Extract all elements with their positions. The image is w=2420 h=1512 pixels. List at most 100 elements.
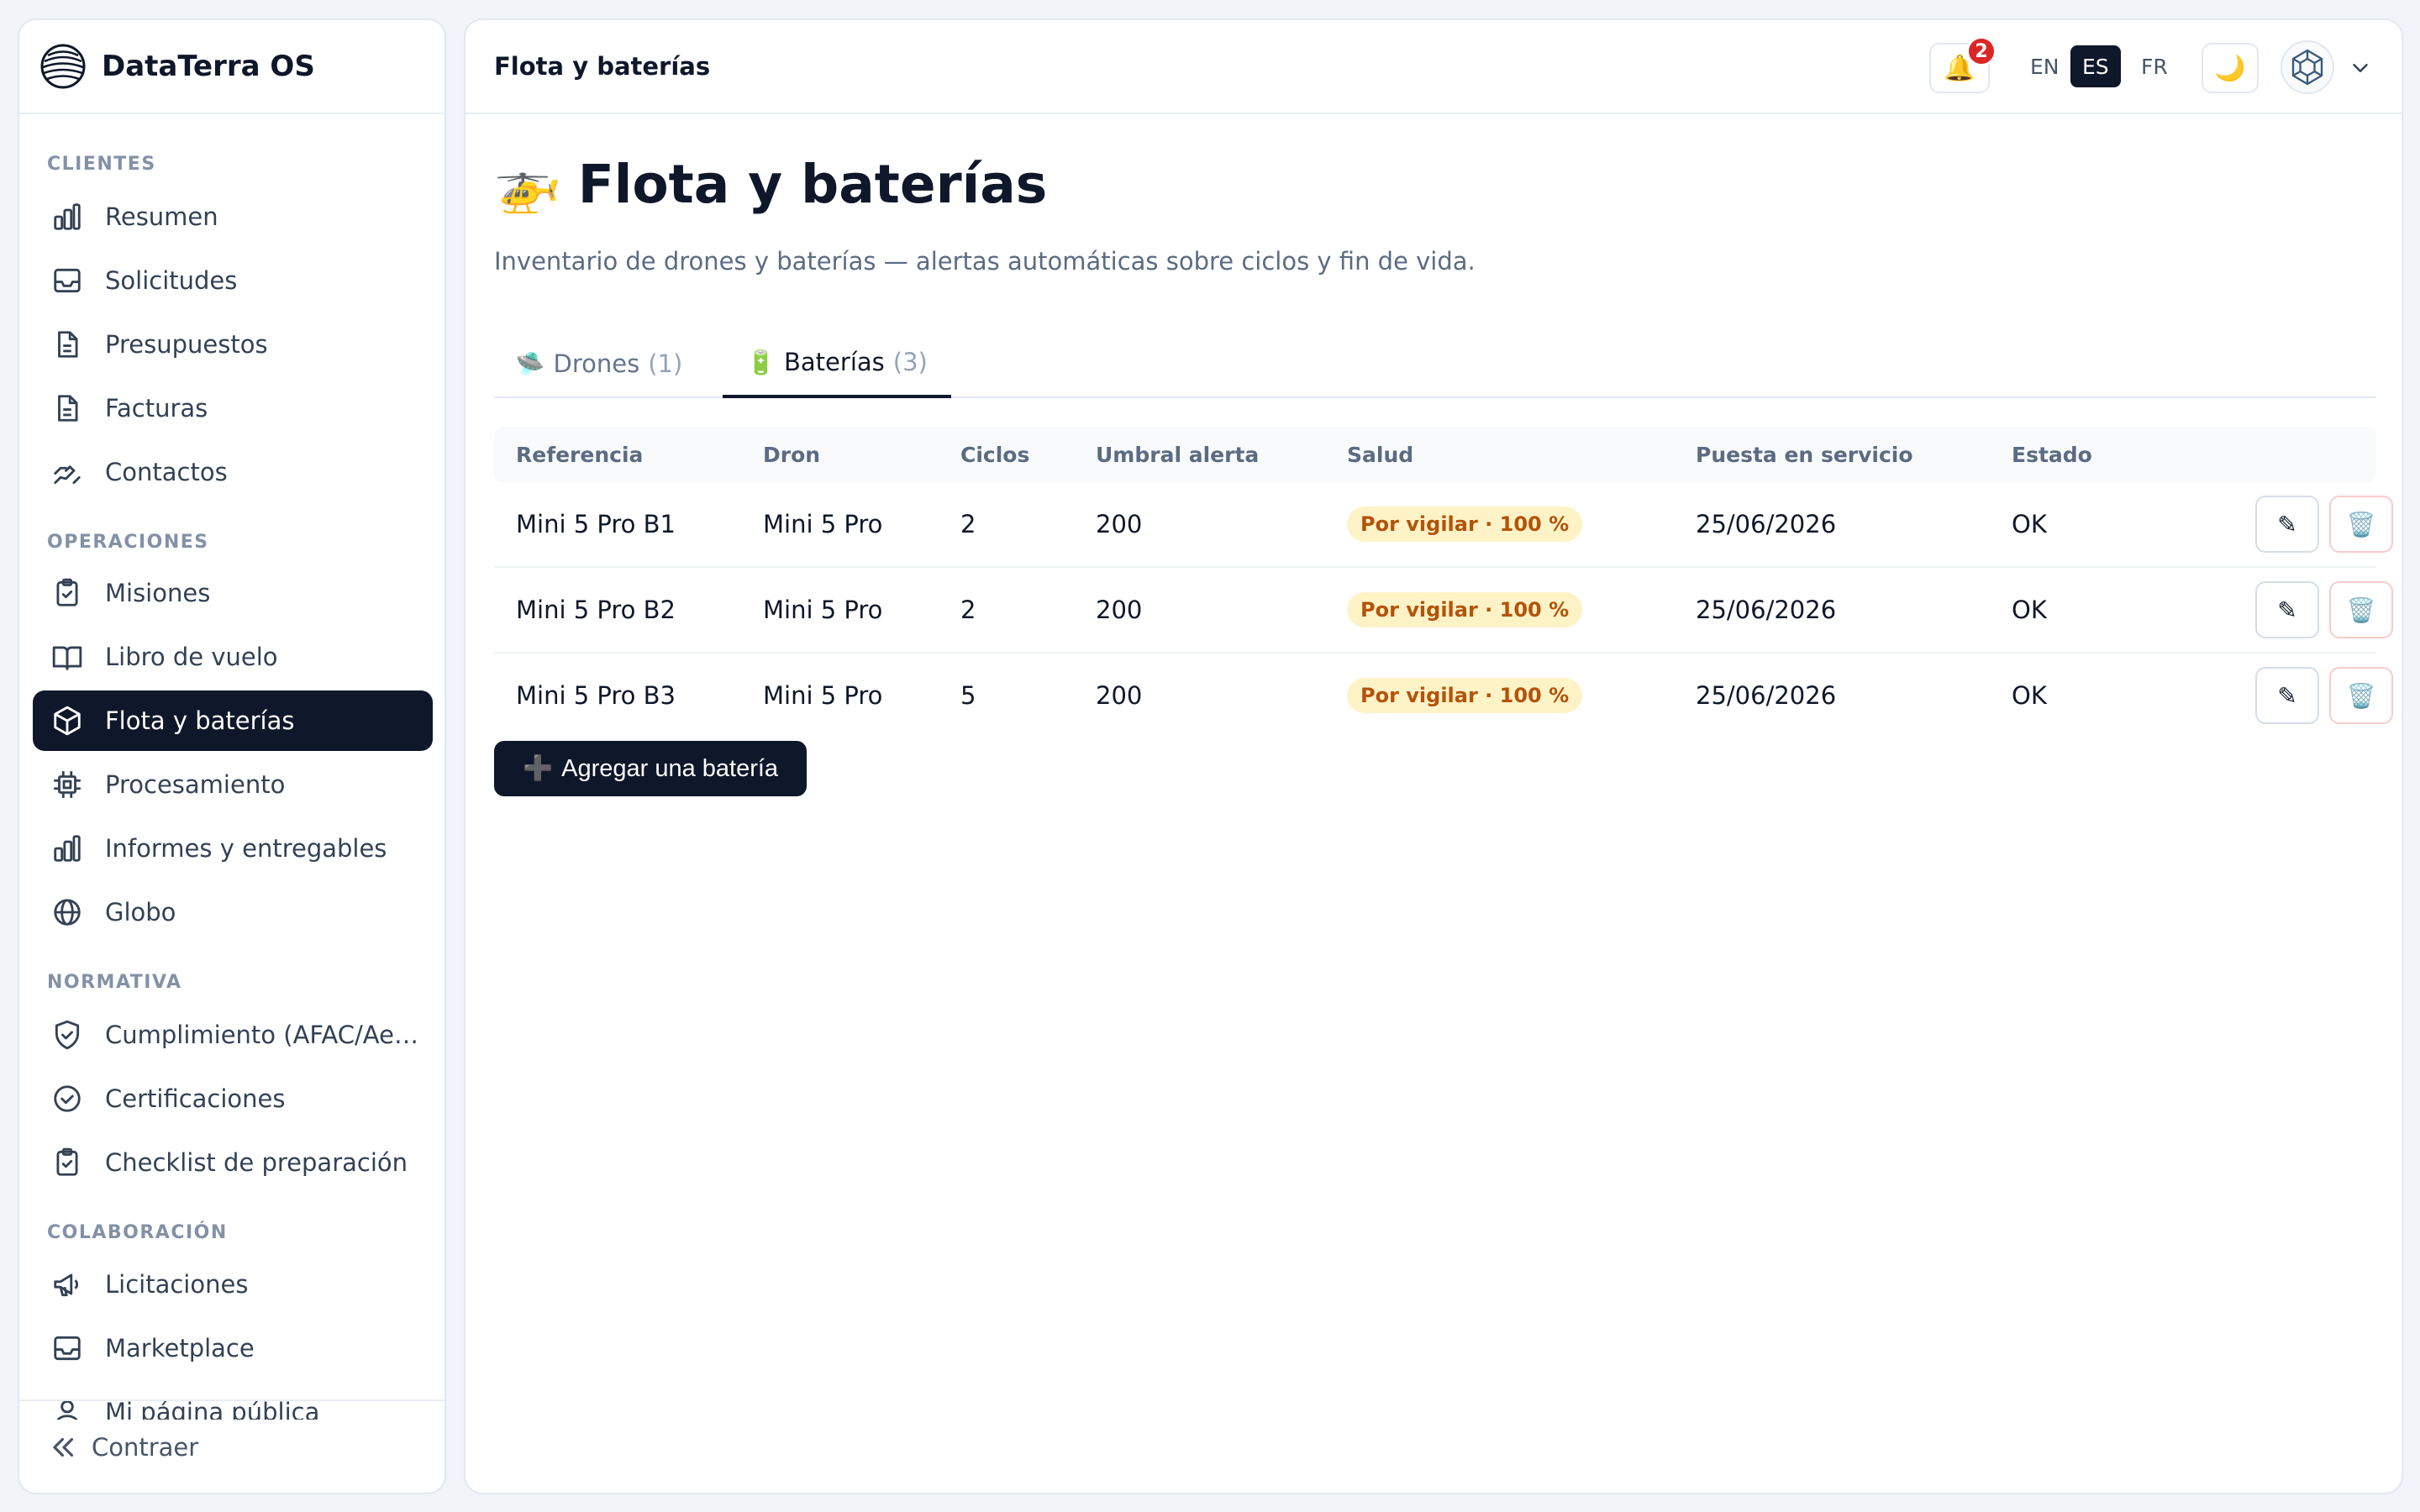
cell-threshold: 200 bbox=[1096, 596, 1143, 624]
sidebar-item-label: Misiones bbox=[105, 579, 211, 607]
sidebar-nav: CLIENTES Resumen Solicitudes Presupuesto… bbox=[19, 114, 445, 1420]
tab-baterias[interactable]: 🔋 Baterías (3) bbox=[723, 329, 951, 398]
sidebar-item-certificaciones[interactable]: Certificaciones bbox=[33, 1068, 433, 1129]
sidebar-item-cumplimiento[interactable]: Cumplimiento (AFAC/Aer... bbox=[33, 1005, 433, 1065]
chevron-down-icon[interactable] bbox=[2348, 55, 2373, 81]
sidebar-item-informes[interactable]: Informes y entregables bbox=[33, 818, 433, 879]
sidebar-item-procesamiento[interactable]: Procesamiento bbox=[33, 754, 433, 815]
clipboard-check-icon bbox=[56, 1147, 78, 1176]
lang-es-button[interactable]: ES bbox=[2070, 45, 2121, 87]
document-icon bbox=[58, 395, 78, 422]
brand[interactable]: DataTerra OS bbox=[19, 20, 445, 114]
column-header: Referencia bbox=[516, 442, 644, 467]
inbox-icon bbox=[54, 268, 81, 293]
sidebar-item-label: Libro de vuelo bbox=[105, 643, 278, 671]
sidebar-item-marketplace[interactable]: Marketplace bbox=[33, 1318, 433, 1378]
sidebar-item-checklist[interactable]: Checklist de preparación bbox=[33, 1132, 433, 1193]
cell-status: OK bbox=[2012, 596, 2047, 624]
delete-button[interactable]: 🗑️ bbox=[2329, 667, 2393, 724]
pencil-icon: ✎ bbox=[2277, 510, 2297, 538]
chevrons-left-icon bbox=[53, 1437, 74, 1457]
sidebar-item-solicitudes[interactable]: Solicitudes bbox=[33, 250, 433, 311]
cell-cycles: 2 bbox=[960, 596, 976, 624]
sidebar-item-label: Certificaciones bbox=[105, 1084, 286, 1113]
pencil-icon: ✎ bbox=[2277, 596, 2297, 624]
table-row: Mini 5 Pro B2 Mini 5 Pro 2 200 Por vigil… bbox=[494, 568, 2393, 654]
main-panel: Flota y baterías 🔔 2 EN ES FR 🌙 🚁 Flota … bbox=[464, 18, 2403, 1494]
cell-status: OK bbox=[2012, 681, 2047, 710]
add-battery-label: Agregar una batería bbox=[561, 754, 779, 782]
cell-health: Por vigilar · 100 % bbox=[1347, 568, 1583, 652]
trash-icon: 🗑️ bbox=[2346, 510, 2376, 538]
sidebar-item-label: Presupuestos bbox=[105, 330, 268, 359]
cell-health: Por vigilar · 100 % bbox=[1347, 482, 1583, 566]
sidebar-item-resumen[interactable]: Resumen bbox=[33, 186, 433, 247]
cell-drone: Mini 5 Pro bbox=[763, 510, 883, 538]
collapse-sidebar-button[interactable]: Contraer bbox=[19, 1399, 445, 1493]
sidebar-item-contactos[interactable]: Contactos bbox=[33, 442, 433, 502]
sidebar-item-misiones[interactable]: Misiones bbox=[33, 563, 433, 623]
theme-toggle-button[interactable]: 🌙 bbox=[2202, 43, 2259, 93]
avatar[interactable] bbox=[2281, 40, 2334, 94]
battery-icon: 🔋 bbox=[746, 348, 776, 376]
document-icon bbox=[58, 331, 78, 358]
clipboard-check-icon bbox=[56, 578, 78, 606]
sidebar-item-licitaciones[interactable]: Licitaciones bbox=[33, 1254, 433, 1315]
cell-service-date: 25/06/2026 bbox=[1696, 596, 1837, 624]
topbar: Flota y baterías 🔔 2 EN ES FR 🌙 bbox=[466, 20, 2402, 114]
lang-en-button[interactable]: EN bbox=[2018, 45, 2071, 87]
page-subtitle: Inventario de drones y baterías — alerta… bbox=[494, 247, 1476, 276]
sidebar-item-label: Solicitudes bbox=[105, 266, 238, 295]
sidebar-item-label: Flota y baterías bbox=[105, 706, 295, 735]
sidebar-item-flota-y-baterias[interactable]: Flota y baterías bbox=[33, 690, 433, 751]
cell-service-date: 25/06/2026 bbox=[1696, 681, 1837, 710]
nav-section-clientes: CLIENTES bbox=[47, 154, 156, 175]
lang-fr-button[interactable]: FR bbox=[2129, 45, 2180, 87]
tab-count: (1) bbox=[648, 349, 683, 378]
bar-chart-icon bbox=[54, 203, 81, 230]
cell-cycles: 2 bbox=[960, 510, 976, 538]
edit-button[interactable]: ✎ bbox=[2255, 667, 2319, 724]
collapse-label: Contraer bbox=[92, 1432, 199, 1462]
page-title-text: Flota y baterías bbox=[577, 154, 1048, 215]
sidebar-item-presupuestos[interactable]: Presupuestos bbox=[33, 314, 433, 375]
cell-status: OK bbox=[2012, 510, 2047, 538]
tab-count: (3) bbox=[892, 348, 928, 376]
plus-icon: ➕ bbox=[523, 755, 554, 782]
health-badge: Por vigilar · 100 % bbox=[1347, 592, 1583, 627]
health-badge: Por vigilar · 100 % bbox=[1347, 507, 1583, 542]
sidebar-item-label: Globo bbox=[105, 898, 176, 927]
topbar-title: Flota y baterías bbox=[494, 52, 711, 81]
sidebar-item-label: Facturas bbox=[105, 394, 208, 423]
tab-drones[interactable]: 🛸 Drones (1) bbox=[494, 329, 704, 398]
sidebar-item-label: Resumen bbox=[105, 202, 218, 231]
nav-section-colaboracion: COLABORACIÓN bbox=[47, 1222, 228, 1243]
cell-service-date: 25/06/2026 bbox=[1696, 510, 1837, 538]
cell-threshold: 200 bbox=[1096, 681, 1143, 710]
megaphone-icon bbox=[54, 1273, 79, 1297]
inbox-icon bbox=[54, 1336, 81, 1361]
notifications-button[interactable]: 🔔 2 bbox=[1929, 36, 1996, 93]
cpu-icon bbox=[54, 771, 81, 798]
sidebar-item-libro-de-vuelo[interactable]: Libro de vuelo bbox=[33, 627, 433, 687]
sidebar-item-label: Checklist de preparación bbox=[105, 1148, 408, 1177]
trash-icon: 🗑️ bbox=[2346, 681, 2376, 710]
sidebar-item-globo[interactable]: Globo bbox=[33, 882, 433, 942]
edit-button[interactable]: ✎ bbox=[2255, 496, 2319, 553]
delete-button[interactable]: 🗑️ bbox=[2329, 581, 2393, 638]
delete-button[interactable]: 🗑️ bbox=[2329, 496, 2393, 553]
table-row: Mini 5 Pro B3 Mini 5 Pro 5 200 Por vigil… bbox=[494, 654, 2393, 739]
edit-button[interactable]: ✎ bbox=[2255, 581, 2319, 638]
sidebar-item-label: Procesamiento bbox=[105, 770, 286, 799]
trash-icon: 🗑️ bbox=[2346, 596, 2376, 624]
cell-threshold: 200 bbox=[1096, 510, 1143, 538]
add-battery-button[interactable]: ➕ Agregar una batería bbox=[494, 741, 808, 796]
sidebar-item-label: Cumplimiento (AFAC/Aer... bbox=[105, 1021, 424, 1049]
tab-label: Baterías bbox=[784, 348, 885, 376]
table-row: Mini 5 Pro B1 Mini 5 Pro 2 200 Por vigil… bbox=[494, 482, 2393, 568]
sidebar-item-facturas[interactable]: Facturas bbox=[33, 378, 433, 438]
column-header: Dron bbox=[763, 442, 821, 467]
nav-section-normativa: NORMATIVA bbox=[47, 972, 182, 993]
cell-health: Por vigilar · 100 % bbox=[1347, 654, 1583, 738]
bar-chart-icon bbox=[54, 835, 81, 862]
